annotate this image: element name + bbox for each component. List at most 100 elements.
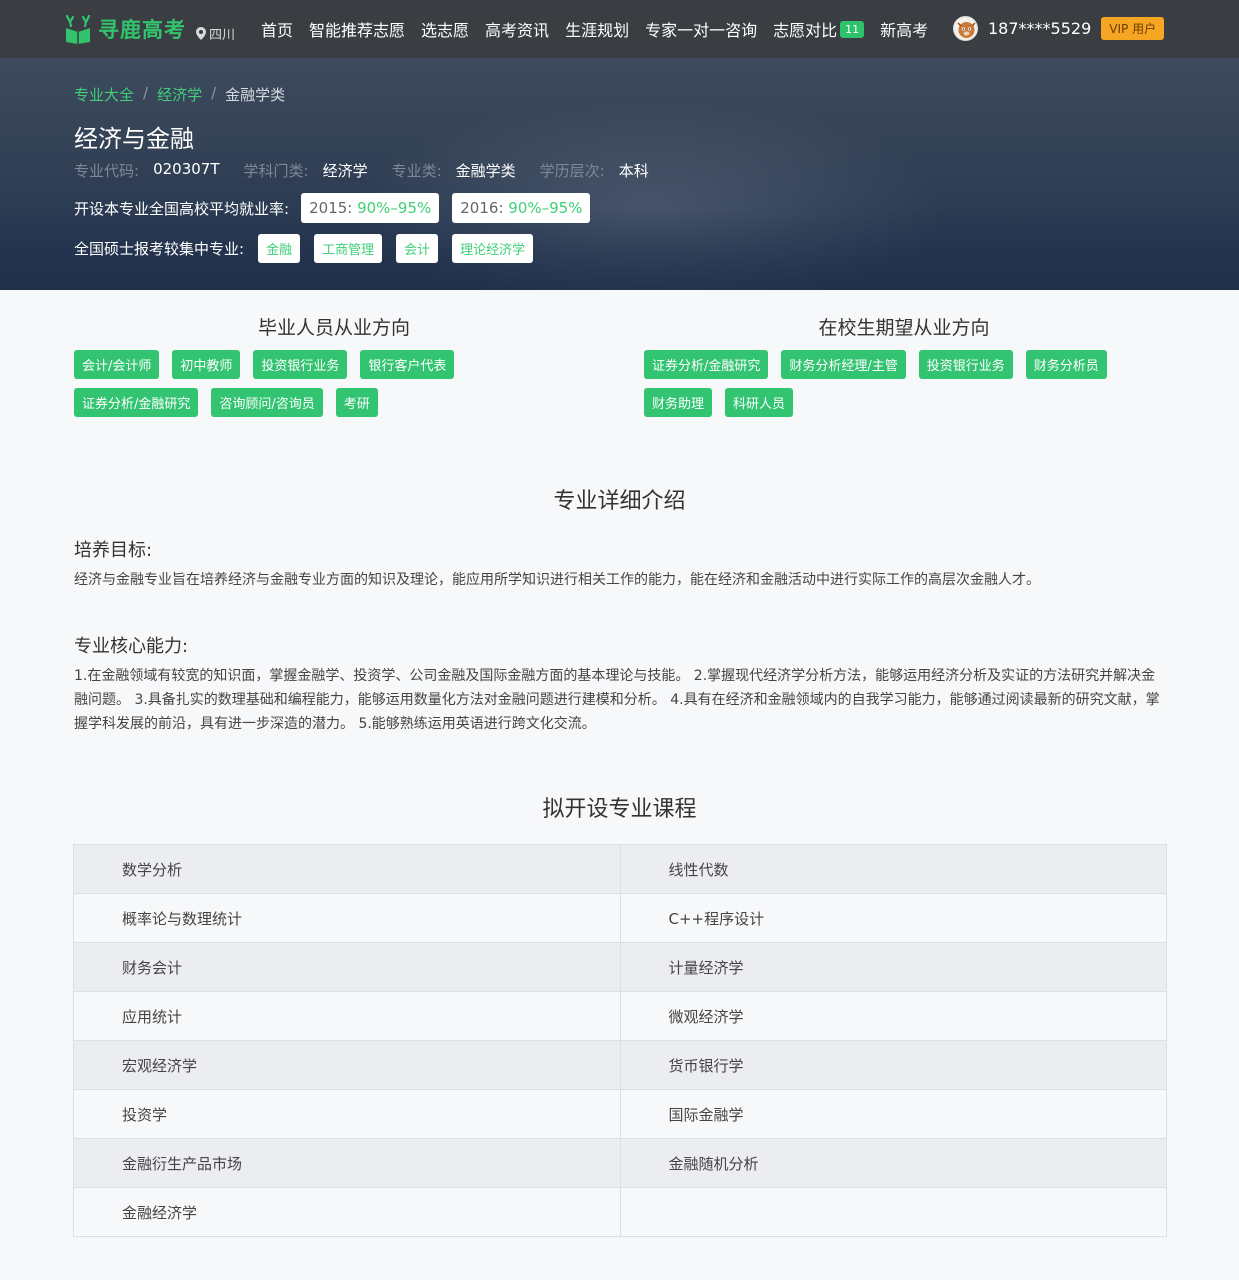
breadcrumb-link-economics[interactable]: 经济学 <box>157 84 202 105</box>
deer-book-icon <box>64 14 92 44</box>
location-pin-icon <box>196 27 206 40</box>
career-tag: 财务助理 <box>644 388 713 417</box>
student-career-expectations: 在校生期望从业方向 证券分析/金融研究 财务分析经理/主管 投资银行业务 财务分… <box>644 313 1164 426</box>
menu-label: 高考资讯 <box>485 21 550 40</box>
breadcrumb-link-all-majors[interactable]: 专业大全 <box>74 84 134 105</box>
menu-item-home[interactable]: 首页 <box>261 17 293 41</box>
meta-key-level: 学历层次: <box>539 162 605 180</box>
career-tag: 会计/会计师 <box>74 350 160 379</box>
rate-value: 90%–95% <box>357 199 432 217</box>
courses-section-title: 拟开设专业课程 <box>542 797 697 822</box>
ability-heading: 专业核心能力: <box>74 636 189 657</box>
career-tag: 初中教师 <box>172 350 241 379</box>
meta-key-code: 专业代码: <box>74 162 140 180</box>
menu-item-new-gaokao[interactable]: 新高考 <box>880 17 928 41</box>
course-cell: 金融衍生产品市场 <box>73 1138 621 1188</box>
user-phone: 187****5529 <box>988 19 1092 38</box>
career-tag: 财务分析经理/主管 <box>781 350 906 379</box>
course-cell: 国际金融学 <box>619 1089 1167 1139</box>
breadcrumb: 专业大全 / 经济学 / 金融学类 <box>74 84 285 105</box>
course-cell: 金融随机分析 <box>619 1138 1167 1188</box>
menu-item-career[interactable]: 生涯规划 <box>565 17 629 41</box>
menu-item-news[interactable]: 高考资讯 <box>485 17 549 41</box>
course-table: 数学分析 线性代数 概率论与数理统计 C++程序设计 财务会计 计量经济学 应用统计微… <box>73 844 1167 1237</box>
graduate-major-chip[interactable]: 工商管理 <box>314 234 383 263</box>
employment-label: 开设本专业全国高校平均就业率: <box>74 199 290 218</box>
location-selector[interactable]: 四川 <box>196 24 235 43</box>
course-cell: 财务会计 <box>73 942 621 992</box>
table-row: 应用统计 微观经济学 <box>73 991 1167 1041</box>
course-cell: 货币银行学 <box>619 1040 1167 1090</box>
menu-item-choose[interactable]: 选志愿 <box>421 17 469 41</box>
rate-year: 2016: <box>460 199 504 217</box>
graduate-major-chip[interactable]: 会计 <box>396 234 439 263</box>
major-meta: 专业代码: 020307T 学科门类: 经济学 专业类: 金融学类 学历层次: … <box>74 160 673 181</box>
user-menu[interactable]: 187****5529 VIP 用户 <box>953 16 1165 41</box>
graduate-major-chip[interactable]: 金融 <box>258 234 301 263</box>
menu-label: 志愿对比 <box>773 21 838 40</box>
table-row: 数学分析 线性代数 <box>73 844 1167 894</box>
meta-key-class: 专业类: <box>391 162 442 180</box>
course-cell: 金融经济学 <box>73 1187 621 1237</box>
page-title: 经济与金融 <box>74 125 194 153</box>
menu-item-expert[interactable]: 专家一对一咨询 <box>645 17 757 41</box>
course-cell: 线性代数 <box>619 844 1167 894</box>
menu-label: 生涯规划 <box>565 21 630 40</box>
course-cell: 计量经济学 <box>619 942 1167 992</box>
menu-label: 新高考 <box>880 21 929 40</box>
table-row: 概率论与数理统计 C++程序设计 <box>73 893 1167 943</box>
employment-rate-2016: 2016: 90%–95% <box>452 193 591 223</box>
course-cell: 微观经济学 <box>619 991 1167 1041</box>
menu-label: 专家一对一咨询 <box>645 21 758 40</box>
rate-value: 90%–95% <box>508 199 583 217</box>
meta-value-category: 经济学 <box>322 162 368 180</box>
tag-list: 证券分析/金融研究 财务分析经理/主管 投资银行业务 财务分析员 财务助理 科研… <box>644 350 1164 426</box>
graduate-majors-row: 全国硕士报考较集中专业: 金融 工商管理 会计 理论经济学 <box>74 234 547 263</box>
section-heading: 毕业人员从业方向 <box>257 317 410 339</box>
vip-badge[interactable]: VIP 用户 <box>1101 17 1165 40</box>
menu-label: 选志愿 <box>421 21 470 40</box>
meta-value-level: 本科 <box>618 162 649 180</box>
graduate-majors-label: 全国硕士报考较集中专业: <box>74 240 245 258</box>
compare-count-badge: 11 <box>840 20 865 38</box>
avatar[interactable] <box>953 16 978 41</box>
breadcrumb-current: 金融学类 <box>225 86 286 104</box>
career-tag: 证券分析/金融研究 <box>644 350 769 379</box>
career-tag: 考研 <box>335 388 378 417</box>
goal-text: 经济与金融专业旨在培养经济与金融专业方面的知识及理论，能应用所学知识进行相关工作… <box>74 572 1040 588</box>
logo-text: 寻鹿高考 <box>98 18 186 42</box>
course-cell: C++程序设计 <box>619 893 1167 943</box>
table-row: 金融经济学 <box>73 1187 1167 1237</box>
top-nav: 寻鹿高考 四川 首页 智能推荐志愿 选志愿 高考资讯 生涯规划 专家一对一咨询 … <box>0 0 1239 58</box>
career-tag: 投资银行业务 <box>918 350 1013 379</box>
graduate-career-directions: 毕业人员从业方向 会计/会计师 初中教师 投资银行业务 银行客户代表 证券分析/… <box>74 313 594 426</box>
career-tag: 投资银行业务 <box>253 350 348 379</box>
meta-value-code: 020307T <box>153 160 220 178</box>
course-cell: 宏观经济学 <box>73 1040 621 1090</box>
ability-text: 1.在金融领域有较宽的知识面，掌握金融学、投资学、公司金融及国际金融方面的基本理… <box>74 668 1160 732</box>
core-abilities: 专业核心能力: 1.在金融领域有较宽的知识面，掌握金融学、投资学、公司金融及国际… <box>74 632 1167 736</box>
course-cell <box>619 1187 1167 1237</box>
table-row: 财务会计 计量经济学 <box>73 942 1167 992</box>
breadcrumb-separator: / <box>143 84 149 102</box>
goal-heading: 培养目标: <box>74 540 153 561</box>
graduate-major-chip[interactable]: 理论经济学 <box>452 234 534 263</box>
menu-item-compare[interactable]: 志愿对比 11 <box>773 17 865 41</box>
breadcrumb-separator: / <box>211 84 217 102</box>
training-goal: 培养目标: 经济与金融专业旨在培养经济与金融专业方面的知识及理论，能应用所学知识… <box>74 536 1167 592</box>
logo[interactable]: 寻鹿高考 <box>64 14 186 44</box>
major-hero: 专业大全 / 经济学 / 金融学类 经济与金融 专业代码: 020307T 学科… <box>0 58 1239 290</box>
section-heading: 在校生期望从业方向 <box>818 317 990 339</box>
course-cell: 应用统计 <box>73 991 621 1041</box>
tag-list: 会计/会计师 初中教师 投资银行业务 银行客户代表 证券分析/金融研究 咨询顾问… <box>74 350 594 426</box>
menu-label: 首页 <box>261 21 294 40</box>
menu-item-smart-recommend[interactable]: 智能推荐志愿 <box>309 17 405 41</box>
rate-year: 2015: <box>309 199 353 217</box>
menu-label: 智能推荐志愿 <box>309 21 406 40</box>
meta-value-class: 金融学类 <box>455 162 516 180</box>
course-cell: 概率论与数理统计 <box>73 893 621 943</box>
table-row: 宏观经济学 货币银行学 <box>73 1040 1167 1090</box>
table-row: 金融衍生产品市场 金融随机分析 <box>73 1138 1167 1188</box>
career-tag: 咨询顾问/咨询员 <box>211 388 323 417</box>
detail-section-title: 专业详细介绍 <box>553 489 686 514</box>
